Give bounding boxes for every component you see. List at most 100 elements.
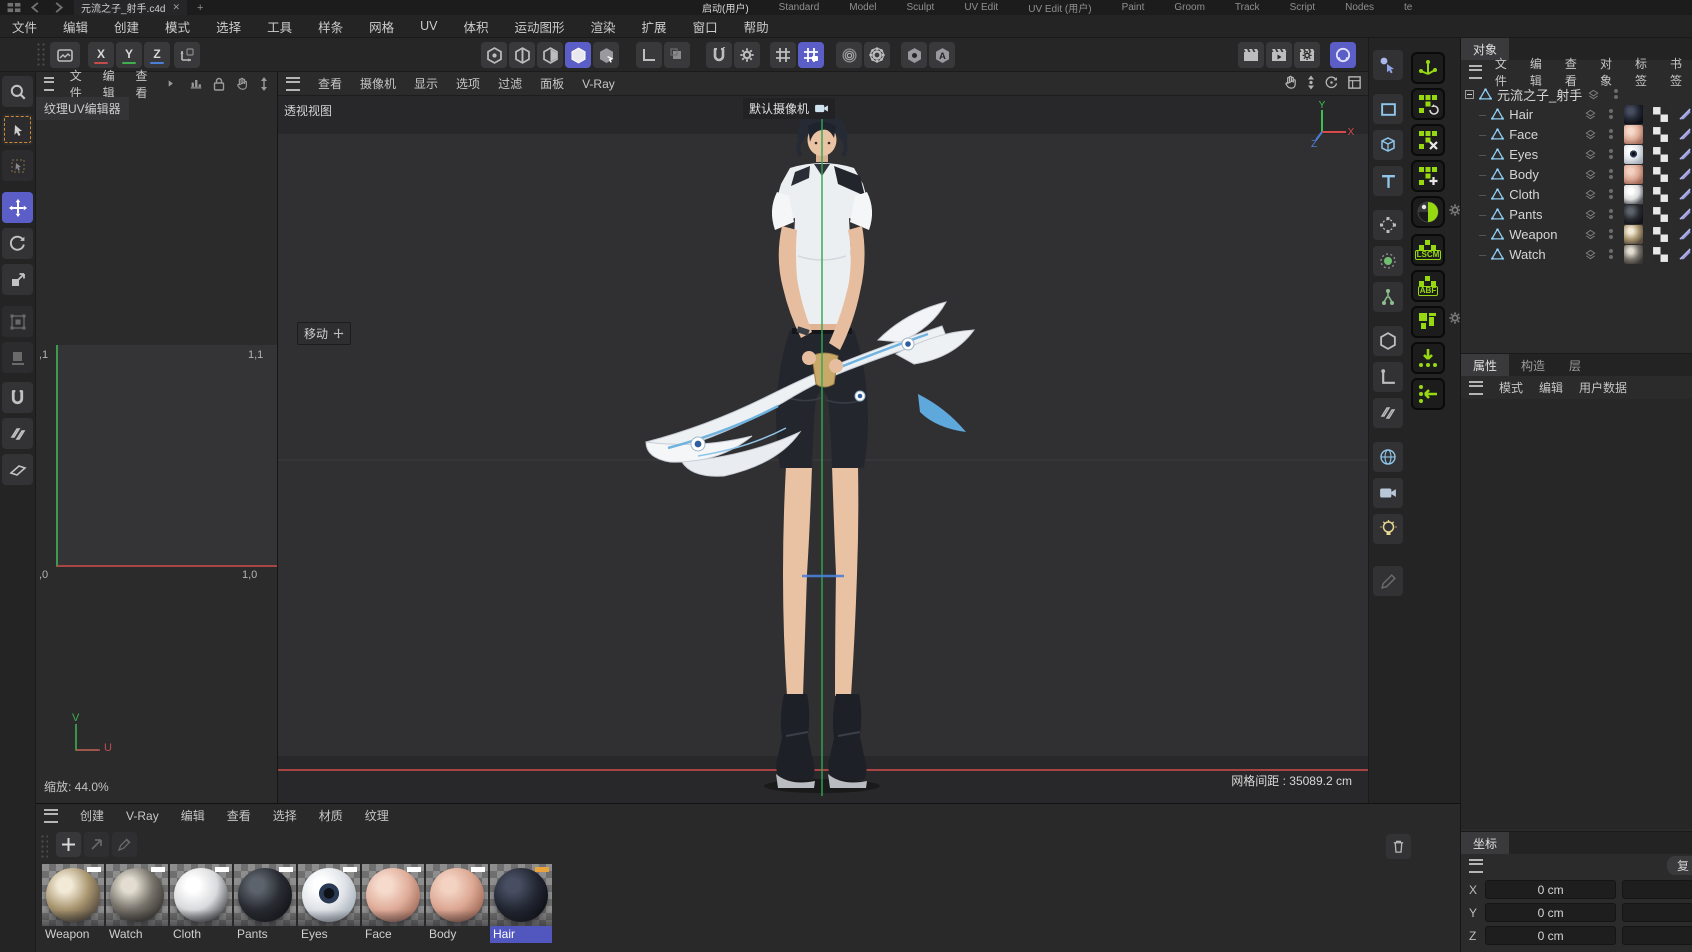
material-item-watch[interactable]: Watch (106, 864, 168, 943)
cluster-button[interactable] (1373, 246, 1403, 276)
vp-menu-view[interactable]: 查看 (318, 75, 342, 92)
mat-menu-select[interactable]: 选择 (273, 807, 297, 824)
object-row-eyes[interactable]: – Eyes (1461, 144, 1692, 164)
globe-button[interactable] (1373, 442, 1403, 472)
material-label[interactable]: Watch (106, 926, 168, 943)
object-row-body[interactable]: – Body (1461, 164, 1692, 184)
coord-y-input-2[interactable] (1622, 903, 1692, 922)
layer-icon[interactable] (1585, 229, 1596, 240)
coordinate-system-button[interactable] (174, 42, 200, 68)
menu-help[interactable]: 帮助 (744, 17, 769, 36)
collapse-icon[interactable] (1465, 90, 1474, 99)
attr-menu-edit[interactable]: 编辑 (1539, 379, 1563, 396)
coord-partial-button[interactable]: 复 (1667, 856, 1692, 875)
uvw-tag-icon[interactable] (1652, 106, 1669, 123)
layout-tab-groom[interactable]: Groom (1172, 1, 1207, 14)
tab-layers[interactable]: 层 (1557, 354, 1593, 376)
vp-menu-vray[interactable]: V-Ray (582, 77, 615, 91)
coord-z-input-2[interactable] (1622, 926, 1692, 945)
lock-y-axis-button[interactable]: Y (116, 42, 142, 68)
polygons-mode-button[interactable] (537, 42, 563, 68)
coord-x-input-2[interactable] (1622, 880, 1692, 899)
menu-spline[interactable]: 样条 (318, 17, 343, 36)
scale-tool-button[interactable] (2, 264, 33, 295)
layout-tab-uvedit[interactable]: UV Edit (962, 1, 1000, 14)
mat-menu-vray[interactable]: V-Ray (126, 809, 159, 823)
vp-menu-filter[interactable]: 过滤 (498, 75, 522, 92)
pick-material-button[interactable] (112, 832, 137, 857)
layout-tab-uvedit-user[interactable]: UV Edit (用户) (1026, 0, 1093, 16)
vp-menu-display[interactable]: 显示 (414, 75, 438, 92)
lock-z-axis-button[interactable]: Z (144, 42, 170, 68)
menu-edit[interactable]: 编辑 (63, 17, 88, 36)
phong-tag-icon[interactable] (1678, 247, 1692, 262)
forward-arrow-icon[interactable] (50, 2, 66, 13)
mirror-tool-button[interactable] (2, 418, 33, 449)
plane-cut-tool-button[interactable] (2, 454, 33, 485)
material-tag[interactable] (1624, 205, 1643, 224)
visibility-dots[interactable] (1609, 209, 1613, 219)
visibility-dots[interactable] (1609, 109, 1613, 119)
menu-extensions[interactable]: 扩展 (642, 17, 667, 36)
material-label[interactable]: Face (362, 926, 424, 943)
object-row-pants[interactable]: – Pants (1461, 204, 1692, 224)
attr-menu-userdata[interactable]: 用户数据 (1579, 379, 1627, 396)
layout-tab-track[interactable]: Track (1233, 1, 1262, 14)
axis-snap-button[interactable] (1373, 362, 1403, 392)
material-tag[interactable] (1624, 185, 1643, 204)
layout-tab-script[interactable]: Script (1288, 1, 1318, 14)
attr-burger-icon[interactable] (1469, 381, 1483, 395)
object-row-hair[interactable]: – Hair (1461, 104, 1692, 124)
object-label[interactable]: Cloth (1509, 187, 1539, 202)
dolly-icon[interactable] (1306, 75, 1316, 90)
object-row-weapon[interactable]: – Weapon (1461, 224, 1692, 244)
tab-construction[interactable]: 构造 (1509, 354, 1557, 376)
back-arrow-icon[interactable] (28, 2, 44, 13)
uv-align-down-button[interactable] (1411, 342, 1445, 374)
material-tag[interactable] (1624, 145, 1643, 164)
texture-axis-tool-button[interactable] (2, 342, 33, 373)
layer-icon[interactable] (1585, 189, 1596, 200)
uvw-tag-icon[interactable] (1652, 146, 1669, 163)
object-row-cloth[interactable]: – Cloth (1461, 184, 1692, 204)
phong-tag-icon[interactable] (1678, 187, 1692, 202)
interactive-render-button[interactable] (1330, 42, 1356, 68)
uv-pack-islands-button[interactable] (1411, 306, 1445, 338)
camera-icon[interactable] (814, 103, 829, 114)
axis-modify-button[interactable] (636, 42, 662, 68)
lock-x-axis-button[interactable]: X (88, 42, 114, 68)
object-row-face[interactable]: – Face (1461, 124, 1692, 144)
uvw-tag-icon[interactable] (1652, 186, 1669, 203)
camera-object-button[interactable] (1373, 478, 1403, 508)
layout-tab-standard[interactable]: Standard (777, 1, 822, 14)
rotate-tool-button[interactable] (2, 228, 33, 259)
phong-tag-icon[interactable] (1678, 227, 1692, 242)
layer-icon[interactable] (1585, 129, 1596, 140)
pan-hand-icon[interactable] (1283, 75, 1298, 90)
layer-icon[interactable] (1588, 89, 1599, 100)
modeling-settings-button[interactable] (864, 42, 890, 68)
coord-z-input[interactable]: 0 cm (1485, 926, 1617, 945)
menu-render[interactable]: 渲染 (591, 17, 616, 36)
optimal-mapping-button[interactable] (1411, 196, 1445, 228)
object-label[interactable]: 元流之子_射手 (1497, 85, 1582, 104)
cube-primitive-button[interactable] (1373, 130, 1403, 160)
phong-tag-icon[interactable] (1678, 127, 1692, 142)
phong-tag-icon[interactable] (1678, 207, 1692, 222)
coord-burger-icon[interactable] (1469, 859, 1483, 873)
live-selection-tool-button[interactable] (2, 114, 33, 145)
orbit-icon[interactable] (1324, 75, 1339, 90)
uvw-tag-icon[interactable] (1652, 166, 1669, 183)
tab-attributes[interactable]: 属性 (1461, 354, 1509, 376)
menu-select[interactable]: 选择 (216, 17, 241, 36)
new-material-button[interactable] (56, 832, 81, 857)
hierarchy-button[interactable] (1373, 282, 1403, 312)
layer-icon[interactable] (1585, 109, 1596, 120)
delete-material-button[interactable] (1386, 834, 1411, 859)
layout-tab-model[interactable]: Model (847, 1, 878, 14)
menu-window[interactable]: 窗口 (693, 17, 718, 36)
object-row-root[interactable]: 元流之子_射手 (1461, 84, 1692, 104)
maximize-view-icon[interactable] (1347, 75, 1362, 90)
uv-menu-file[interactable]: 文件 (70, 67, 87, 101)
uv-menu-view[interactable]: 查看 (135, 67, 152, 101)
